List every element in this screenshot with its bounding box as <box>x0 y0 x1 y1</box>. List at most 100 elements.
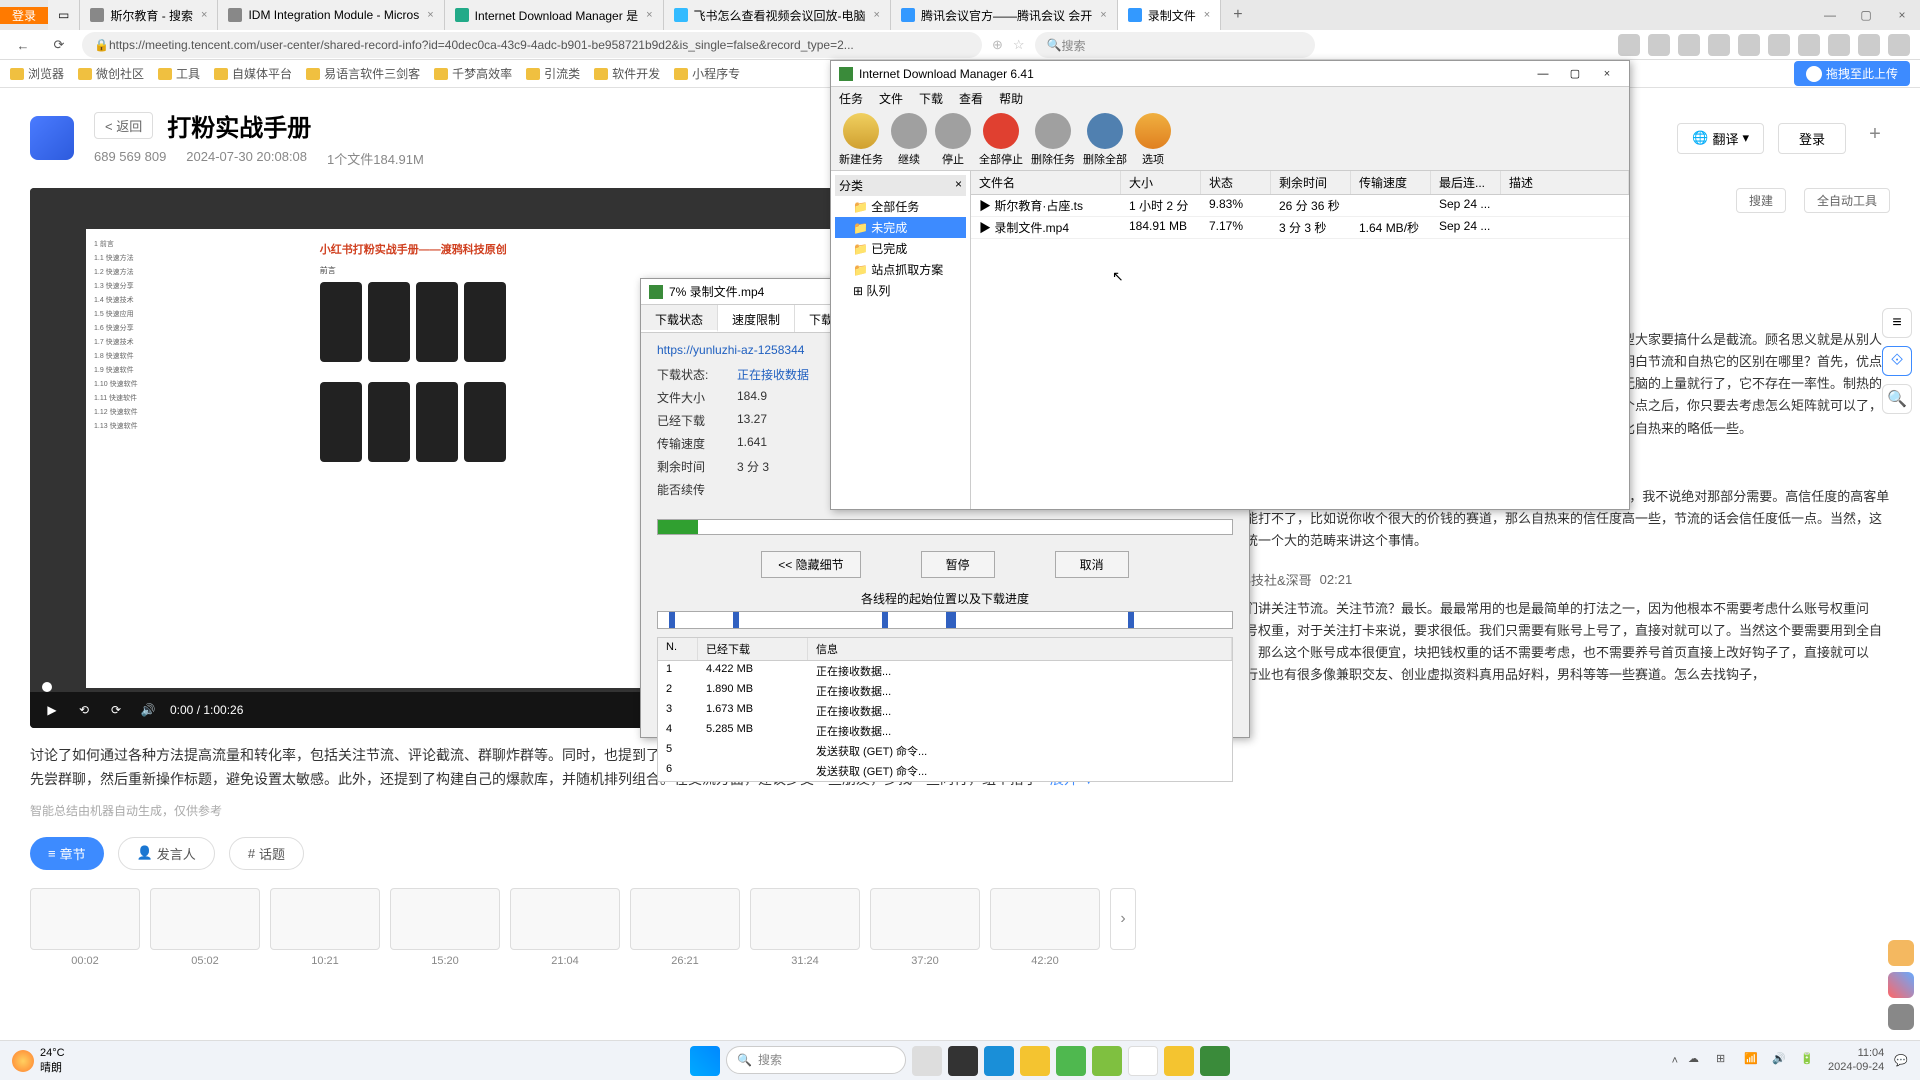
dl-tab-speed[interactable]: 速度限制 <box>718 305 795 332</box>
tree-close-icon[interactable]: × <box>955 177 962 194</box>
cancel-button[interactable]: 取消 <box>1055 551 1129 578</box>
browser-search[interactable]: 🔍 搜索 <box>1035 32 1315 58</box>
ai-icon[interactable]: ⟐ <box>1882 346 1912 376</box>
search-icon[interactable]: 🔍 <box>1882 384 1912 414</box>
ext-icon[interactable] <box>1738 34 1760 56</box>
menu-item[interactable]: 帮助 <box>999 90 1023 107</box>
stop-button[interactable]: 停止 <box>935 113 971 167</box>
new-tab-button[interactable]: + <box>1221 6 1254 24</box>
volume-control[interactable]: 🔊 <box>138 700 158 720</box>
play-button[interactable] <box>560 428 620 488</box>
chapter-thumb[interactable]: 00:02 <box>30 888 140 950</box>
ext-icon[interactable] <box>1708 34 1730 56</box>
bookmark[interactable]: 微创社区 <box>78 65 144 82</box>
tab-1[interactable]: IDM Integration Module - Micros× <box>218 0 444 30</box>
ext-icon[interactable] <box>1648 34 1670 56</box>
menu-item[interactable]: 任务 <box>839 90 863 107</box>
delete-button[interactable]: 删除任务 <box>1031 113 1075 167</box>
tab-0[interactable]: 斯尔教育 - 搜索× <box>80 0 218 30</box>
trans-tab-build[interactable]: 搜建 <box>1736 188 1786 213</box>
resume-button[interactable]: 继续 <box>891 113 927 167</box>
upload-button[interactable]: 拖拽至此上传 <box>1794 61 1910 86</box>
onedrive-icon[interactable]: ☁ <box>1688 1052 1706 1070</box>
menu-item[interactable]: 查看 <box>959 90 983 107</box>
tree-item[interactable]: 📁 已完成 <box>835 238 966 259</box>
battery-icon[interactable]: 🔋 <box>1800 1052 1818 1070</box>
col-header[interactable]: 最后连... <box>1431 171 1501 194</box>
explorer-icon[interactable] <box>1020 1046 1050 1076</box>
translate-button[interactable]: 🌐 翻译 ▾ <box>1677 123 1764 154</box>
widget-icon[interactable] <box>1888 940 1914 966</box>
wifi-icon[interactable]: 📶 <box>1744 1052 1762 1070</box>
minimize-button[interactable]: — <box>1812 0 1848 30</box>
star-icon[interactable]: ☆ <box>1013 37 1025 53</box>
chapter-thumb[interactable]: 26:21 <box>630 888 740 950</box>
ext-icon[interactable] <box>1678 34 1700 56</box>
idm-taskbar-icon[interactable] <box>1200 1046 1230 1076</box>
ext-icon[interactable] <box>1798 34 1820 56</box>
login-button[interactable]: 登录 <box>1778 123 1846 154</box>
chapter-thumb[interactable]: 10:21 <box>270 888 380 950</box>
chapter-thumb[interactable]: 42:20 <box>990 888 1100 950</box>
progress-handle[interactable] <box>42 682 52 692</box>
tab-3[interactable]: 飞书怎么查看视频会议回放-电脑× <box>664 0 891 30</box>
tree-item[interactable]: ⊞ 队列 <box>835 280 966 301</box>
ime-icon[interactable]: ⊞ <box>1716 1052 1734 1070</box>
volume-icon[interactable]: 🔊 <box>1772 1052 1790 1070</box>
sidebar-icon[interactable] <box>1888 34 1910 56</box>
list-row[interactable]: ▶ 斯尔教育·占座.ts 1 小时 2 分 9.83% 26 分 36 秒 Se… <box>971 195 1629 217</box>
chapter-thumb[interactable]: 21:04 <box>510 888 620 950</box>
bookmark[interactable]: 工具 <box>158 65 200 82</box>
tab-cascade-icon[interactable]: ▭ <box>48 0 80 30</box>
app-icon[interactable] <box>1092 1046 1122 1076</box>
clock[interactable]: 11:04 2024-09-24 <box>1828 1047 1884 1073</box>
bookmark[interactable]: 软件开发 <box>594 65 660 82</box>
login-badge[interactable]: 登录 <box>0 7 48 24</box>
close-button[interactable]: × <box>1593 65 1621 83</box>
hide-details-button[interactable]: << 隐藏细节 <box>761 551 860 578</box>
weather-widget[interactable]: 24°C晴朗 <box>12 1047 65 1075</box>
maximize-button[interactable]: ▢ <box>1848 0 1884 30</box>
chapter-thumb[interactable]: 37:20 <box>870 888 980 950</box>
widget-icon[interactable] <box>1888 972 1914 998</box>
forward-control[interactable]: ⟳ <box>106 700 126 720</box>
folder-icon[interactable] <box>1164 1046 1194 1076</box>
col-header[interactable]: 大小 <box>1121 171 1201 194</box>
app-icon[interactable] <box>1056 1046 1086 1076</box>
close-icon[interactable]: × <box>1204 9 1210 21</box>
timestamp[interactable]: 02:21 <box>1320 572 1353 587</box>
rewind-control[interactable]: ⟲ <box>74 700 94 720</box>
close-button[interactable]: × <box>1884 0 1920 30</box>
start-button[interactable] <box>690 1046 720 1076</box>
col-header[interactable]: 文件名 <box>971 171 1121 194</box>
close-icon[interactable]: × <box>646 9 652 21</box>
add-button[interactable]: + <box>1860 123 1890 154</box>
chapter-thumb[interactable]: 31:24 <box>750 888 860 950</box>
bookmark[interactable]: 千梦高效率 <box>434 65 512 82</box>
tree-item-selected[interactable]: 📁 未完成 <box>835 217 966 238</box>
bookmark[interactable]: 小程序专 <box>674 65 740 82</box>
delete-all-button[interactable]: 删除全部 <box>1083 113 1127 167</box>
bookmark[interactable]: 自媒体平台 <box>214 65 292 82</box>
taskbar-search[interactable]: 🔍 搜索 <box>726 1046 906 1074</box>
close-icon[interactable]: × <box>874 9 880 21</box>
tray-chevron-icon[interactable]: ˄ <box>1672 1055 1678 1067</box>
ext-icon[interactable] <box>1768 34 1790 56</box>
col-header[interactable]: 传输速度 <box>1351 171 1431 194</box>
menu-icon[interactable] <box>1858 34 1880 56</box>
chrome-icon[interactable] <box>1128 1046 1158 1076</box>
menu-item[interactable]: 文件 <box>879 90 903 107</box>
idm-titlebar[interactable]: Internet Download Manager 6.41 — ▢ × <box>831 61 1629 87</box>
ext-icon[interactable] <box>1828 34 1850 56</box>
thumb-next[interactable]: › <box>1110 888 1136 950</box>
maximize-button[interactable]: ▢ <box>1561 65 1589 83</box>
col-header[interactable]: 描述 <box>1501 171 1629 194</box>
topic-chip[interactable]: # 话题 <box>229 837 304 870</box>
bookmark[interactable]: 浏览器 <box>10 65 64 82</box>
back-link[interactable]: < 返回 <box>94 112 153 139</box>
tab-5-active[interactable]: 录制文件× <box>1118 0 1221 30</box>
minimize-button[interactable]: — <box>1529 65 1557 83</box>
bookmark[interactable]: 易语言软件三剑客 <box>306 65 420 82</box>
notification-icon[interactable]: 💬 <box>1894 1054 1908 1067</box>
close-icon[interactable]: × <box>427 9 433 21</box>
